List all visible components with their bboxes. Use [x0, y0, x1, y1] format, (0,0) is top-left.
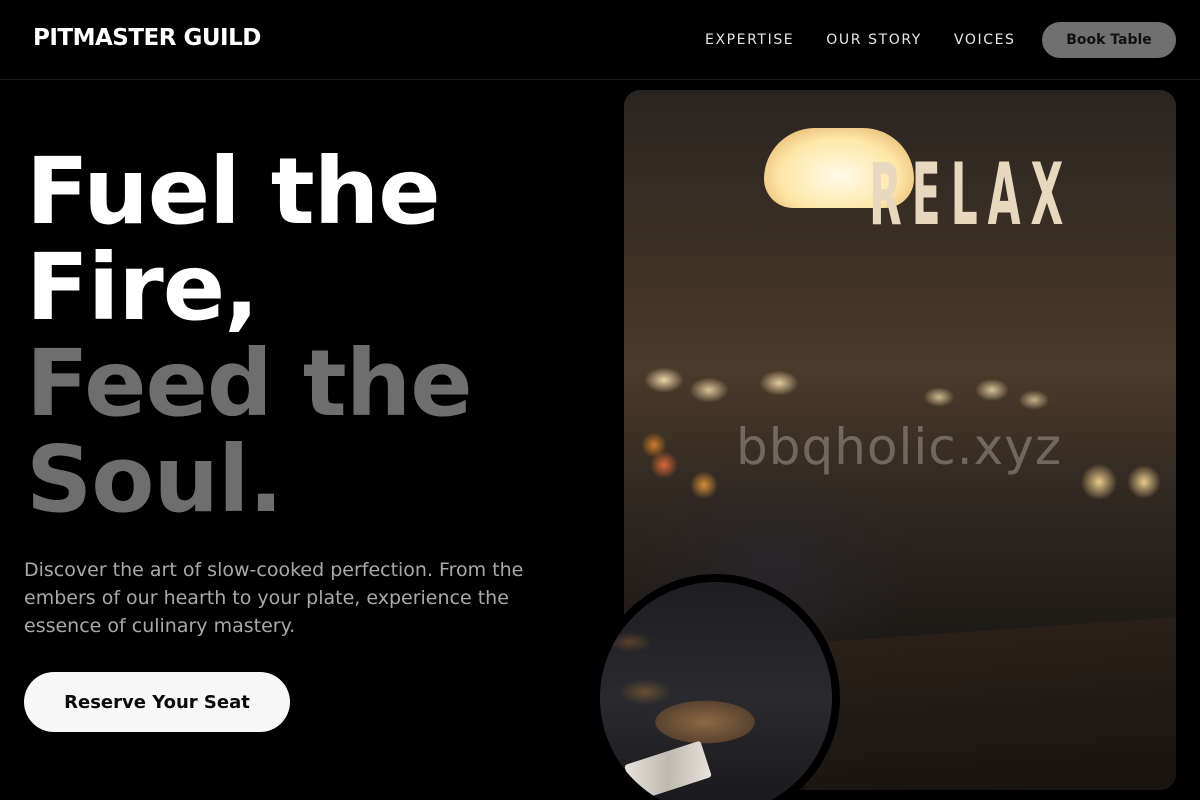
bar-counter — [804, 616, 1176, 790]
nav-link-our-story[interactable]: OUR STORY — [826, 32, 922, 48]
nav-link-expertise[interactable]: EXPERTISE — [705, 32, 794, 48]
reserve-seat-button[interactable]: Reserve Your Seat — [24, 672, 290, 732]
relax-sign: RELAX — [869, 145, 1074, 245]
open-book — [624, 740, 712, 800]
top-nav: PITMASTER GUILD EXPERTISE OUR STORY VOIC… — [0, 0, 1200, 80]
nav-links: EXPERTISE OUR STORY VOICES — [705, 32, 1048, 48]
hero-title-line-4: Soul. — [26, 426, 283, 533]
book-table-button[interactable]: Book Table — [1042, 22, 1176, 58]
brand-logo[interactable]: PITMASTER GUILD — [33, 25, 261, 51]
nav-link-voices[interactable]: VOICES — [954, 32, 1016, 48]
hero-title-line-3: Feed the — [26, 330, 473, 437]
hero-description: Discover the art of slow-cooked perfecti… — [24, 559, 524, 637]
watermark: bbqholic.xyz — [736, 418, 1063, 476]
hero-title: Fuel the Fire, Feed the Soul. — [26, 144, 606, 528]
hero-title-line-1: Fuel the — [26, 138, 441, 245]
hero-title-line-2: Fire, — [26, 234, 259, 341]
